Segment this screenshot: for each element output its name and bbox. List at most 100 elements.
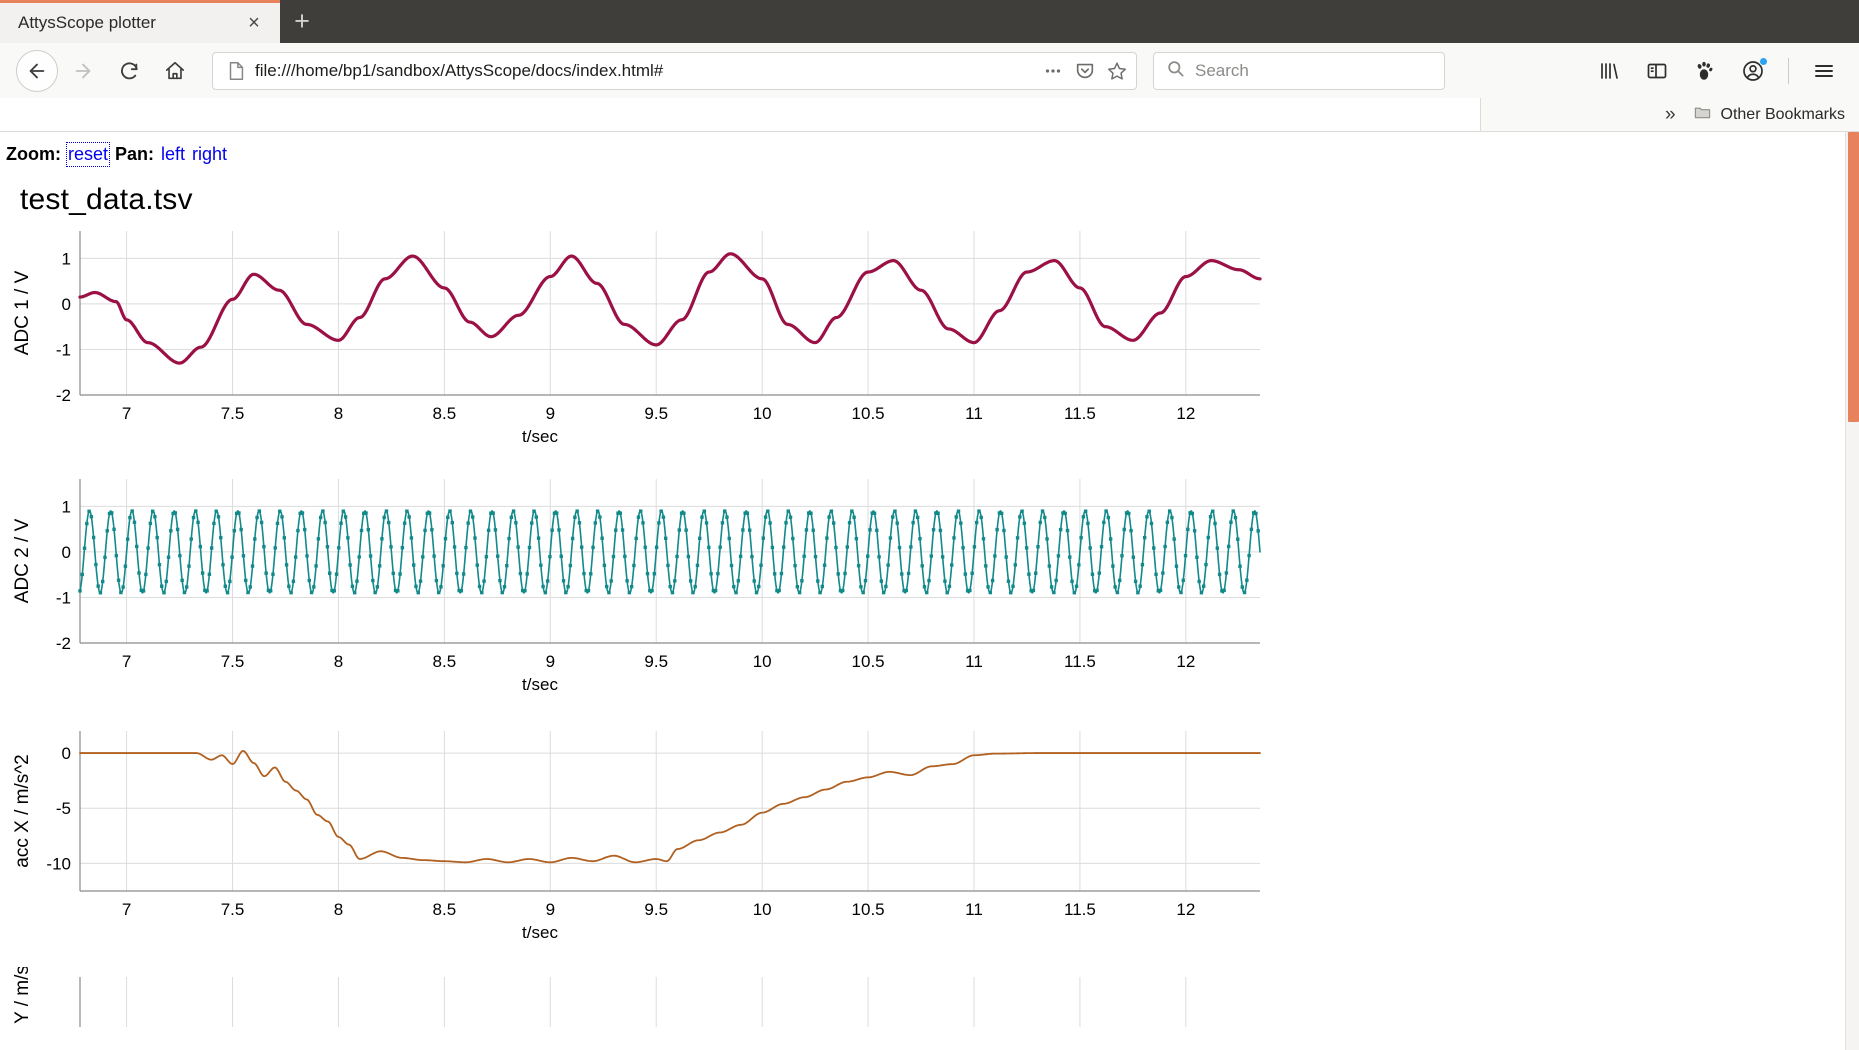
reload-icon[interactable] [108,50,150,92]
svg-text:9.5: 9.5 [644,652,668,671]
library-icon[interactable] [1596,58,1622,84]
pan-right-link[interactable]: right [192,144,227,165]
search-icon [1166,59,1185,83]
bookmark-folder-other-bookmarks[interactable]: Other Bookmarks [1693,103,1845,127]
svg-text:12: 12 [1176,652,1195,671]
home-icon[interactable] [154,50,196,92]
forward-arrow-icon [62,50,104,92]
account-icon[interactable] [1740,56,1768,84]
svg-text:-1: -1 [56,340,71,359]
svg-text:t/sec: t/sec [522,427,558,446]
bookmark-folder-label: Other Bookmarks [1720,105,1845,123]
plot-accy-clipped[interactable]: acc Y / m/s^2 [0,967,1859,1027]
browser-toolbar-icons [1596,56,1843,84]
svg-text:8.5: 8.5 [433,404,457,423]
svg-text:0: 0 [62,744,71,763]
svg-text:-2: -2 [56,634,71,653]
scrollbar-thumb[interactable] [1848,132,1859,422]
svg-text:0: 0 [62,295,71,314]
page-title: test_data.tsv [20,183,193,216]
bookmark-star-icon[interactable] [1106,60,1128,82]
plot-accx[interactable]: 0 -5 -10 7 7.5 8 8.5 9 9.5 10 10.5 11 11.5 12 t/sec acc… [0,719,1859,949]
plot-adc2-svg[interactable]: 10-1-27 7.5 8 8.5 9 9.5 10 10.5 11 11.5 12t/secADC… [0,471,1510,701]
svg-text:0: 0 [62,543,71,562]
svg-text:8: 8 [334,900,343,919]
svg-text:-2: -2 [56,386,71,405]
navigation-toolbar: file:///home/bp1/sandbox/AttysScope/docs… [0,43,1859,98]
svg-text:8.5: 8.5 [433,652,457,671]
sidebar-icon[interactable] [1644,58,1670,84]
browser-window: AttysScope plotter × + file:///home/bp1/… [0,0,1859,1050]
pan-label: Pan: [115,144,155,164]
back-arrow-icon[interactable] [16,49,58,92]
svg-text:11.5: 11.5 [1064,404,1096,423]
plot-accy-svg[interactable]: acc Y / m/s^2 [0,967,1510,1027]
gnome-footprint-icon[interactable] [1692,58,1718,84]
page-scrollbar[interactable] [1845,132,1859,1050]
svg-text:7: 7 [122,404,131,423]
chevron-double-right-icon[interactable]: » [1665,104,1681,126]
pan-left-link[interactable]: left [161,144,185,165]
svg-text:7.5: 7.5 [221,404,245,423]
svg-text:10: 10 [753,652,772,671]
svg-text:-10: -10 [46,854,71,873]
svg-text:10.5: 10.5 [852,900,885,919]
svg-text:9.5: 9.5 [644,404,668,423]
svg-text:9: 9 [546,652,555,671]
zoom-reset-link[interactable]: reset [65,142,111,167]
svg-text:11: 11 [965,652,983,671]
svg-text:9: 9 [546,404,555,423]
search-input[interactable]: Search [1153,51,1445,90]
svg-text:10: 10 [753,900,772,919]
pocket-save-icon[interactable] [1074,60,1096,82]
plot-adc1-svg[interactable]: 10-1-27 7.5 8 8.5 9 9.5 10 10.5 11 11.5 12t/secADC… [0,223,1510,453]
svg-text:8: 8 [334,652,343,671]
close-icon[interactable]: × [242,11,266,35]
svg-text:11: 11 [965,900,983,919]
document-icon [225,60,247,82]
plot-adc1[interactable]: 1 0 -1 -2 7 7.5 8 8.5 9 9.5 10 10.5 11 11.5 12 t/sec ADC… [0,223,1859,453]
svg-text:7: 7 [122,652,131,671]
svg-text:7.5: 7.5 [221,900,245,919]
svg-text:-5: -5 [56,799,71,818]
svg-text:acc X / m/s^2: acc X / m/s^2 [12,754,33,867]
plot-adc2[interactable]: 1 0 -1 -2 7 7.5 8 8.5 9 9.5 10 10.5 11 11.5 12 t/sec ADC… [0,471,1859,701]
svg-text:1: 1 [62,497,71,516]
svg-text:12: 12 [1176,404,1195,423]
new-tab-button[interactable]: + [280,0,324,43]
url-text: file:///home/bp1/sandbox/AttysScope/docs… [255,60,664,80]
svg-text:10: 10 [753,404,772,423]
svg-text:12: 12 [1176,900,1195,919]
svg-text:8: 8 [334,404,343,423]
tab-strip: AttysScope plotter × + [0,0,1859,43]
svg-text:7.5: 7.5 [221,652,245,671]
svg-text:ADC 1 / V: ADC 1 / V [12,270,33,355]
svg-text:10.5: 10.5 [852,404,885,423]
page-viewport: Zoom: reset Pan: left right test_data.ts… [0,132,1859,1050]
svg-text:8.5: 8.5 [433,900,457,919]
account-notification-dot [1759,56,1768,66]
menu-hamburger-icon[interactable] [1811,58,1837,84]
search-placeholder: Search [1195,60,1249,80]
svg-text:9: 9 [546,900,555,919]
tab-title: AttysScope plotter [18,13,156,32]
zoom-label: Zoom: [6,144,61,164]
svg-text:10.5: 10.5 [852,652,885,671]
svg-text:11.5: 11.5 [1064,652,1096,671]
bookmarks-empty-area [0,98,1481,132]
svg-text:7: 7 [122,900,131,919]
plot-accx-svg[interactable]: 0 -5 -10 7 7.5 8 8.5 9 9.5 10 10.5 11 11.5 12 t/sec acc… [0,719,1510,949]
svg-text:t/sec: t/sec [522,923,558,942]
page-actions-ellipsis-icon[interactable] [1042,60,1064,82]
svg-text:11.5: 11.5 [1064,900,1096,919]
svg-text:9.5: 9.5 [644,900,668,919]
svg-text:11: 11 [965,404,983,423]
svg-text:t/sec: t/sec [522,675,558,694]
svg-text:1: 1 [62,249,71,268]
folder-icon [1693,103,1712,127]
svg-text:ADC 2 / V: ADC 2 / V [12,518,33,603]
url-bar[interactable]: file:///home/bp1/sandbox/AttysScope/docs… [212,51,1137,90]
svg-text:acc Y / m/s^2: acc Y / m/s^2 [12,967,33,1027]
plot-controls: Zoom: reset Pan: left right [0,132,1859,167]
tab-attysscope-plotter[interactable]: AttysScope plotter × [0,0,280,43]
